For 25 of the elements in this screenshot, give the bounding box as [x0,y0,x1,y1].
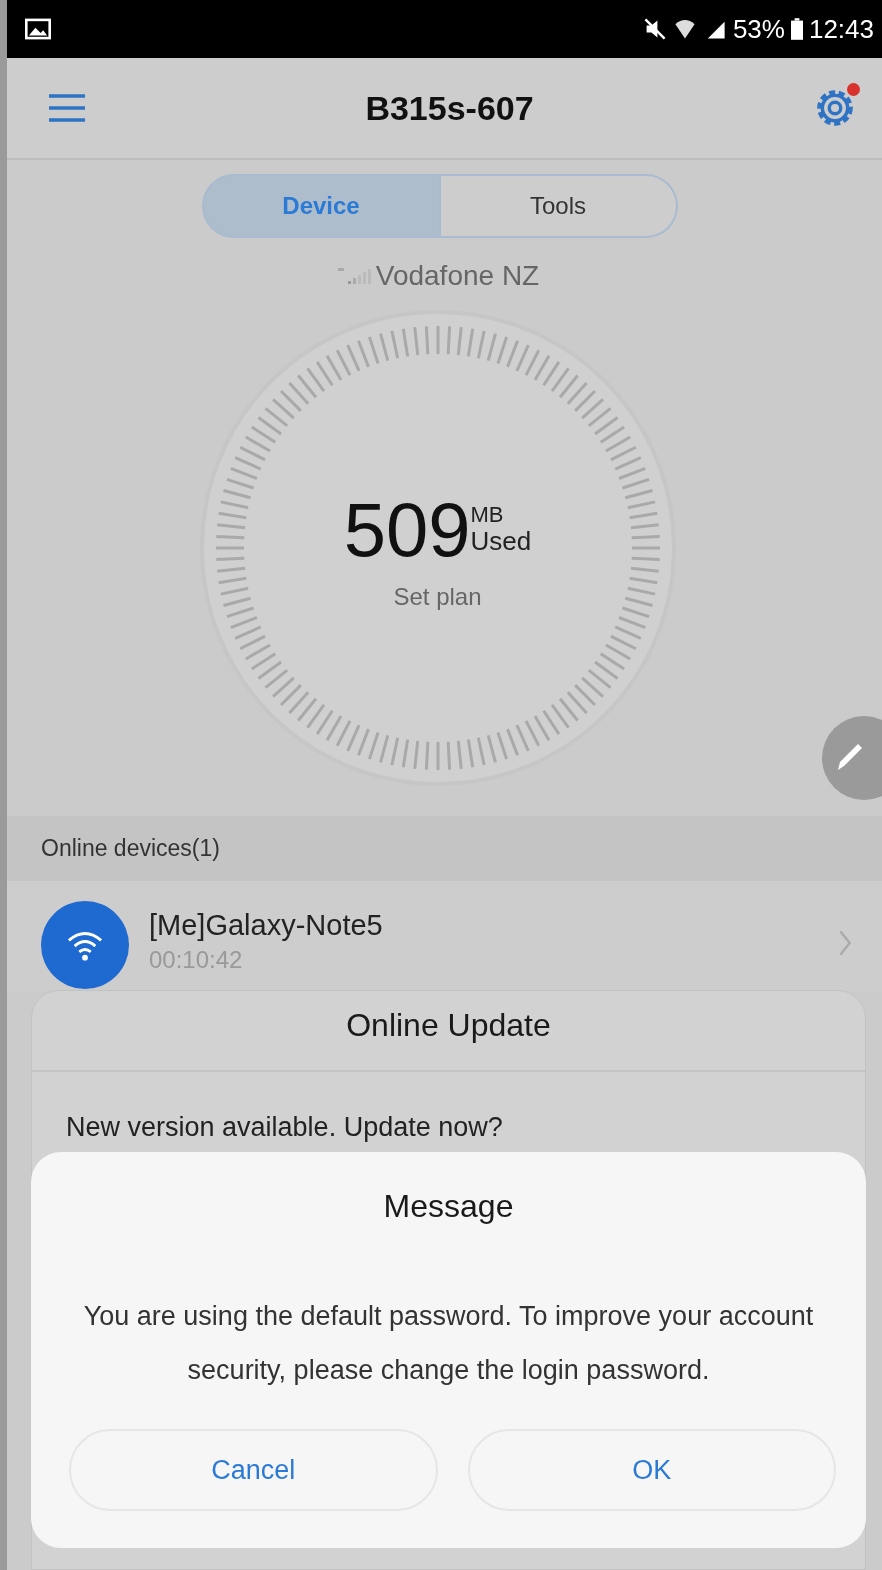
tab[interactable]: Device [201,174,441,238]
dialog-message: You are using the default password. To improve your account security, please change the login password. [82,1300,815,1387]
dialog-title: Message [383,1188,514,1225]
device-name: [Me]Galaxy-Note5 [149,909,384,942]
dialog-text: New version available. Update now? [65,1111,504,1143]
battery-icon [790,18,803,40]
image-icon [25,18,51,40]
menu-icon[interactable] [47,93,87,123]
battery-percent: 53% [732,13,785,45]
signal-icon [335,266,372,286]
tab[interactable]: Tools [440,174,678,238]
dialog-button[interactable]: OK [467,1429,836,1511]
edit-button[interactable] [822,716,882,800]
app-title: B315s-607 [365,88,534,128]
dialog-button[interactable]: Cancel [69,1429,438,1511]
dialog-title: Online Update [32,991,865,1072]
set-plan-link[interactable]: Set plan [393,582,482,611]
clock: 12:43 [808,13,874,45]
usage-label: Used [470,526,532,556]
mute-icon [642,17,667,41]
section-title: Online devices(1) [41,835,220,862]
usage-unit: MB [470,502,505,527]
chevron-right-icon [838,929,852,957]
usage-value: 509 [343,485,471,573]
network-name: Vodafone NZ [375,260,540,292]
